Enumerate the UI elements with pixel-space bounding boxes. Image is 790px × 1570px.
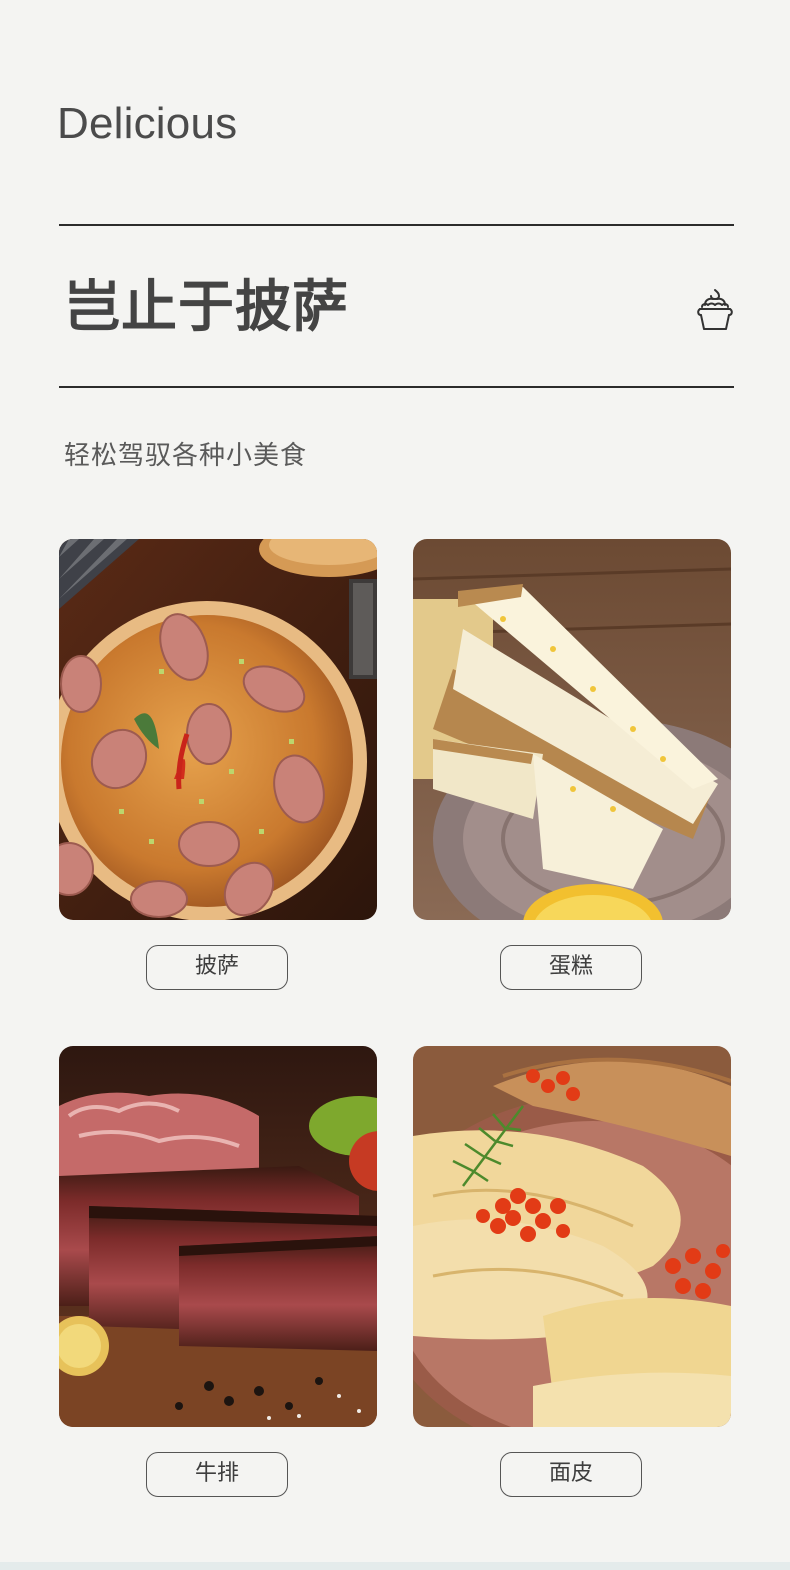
crepes-photo[interactable] [413, 1046, 731, 1427]
cupcake-icon [697, 289, 733, 330]
bottom-divider [59, 386, 734, 388]
food-label-crepe[interactable]: 面皮 [500, 1452, 642, 1497]
pizza-photo[interactable] [59, 539, 377, 920]
bottom-strip [0, 1562, 790, 1570]
page-title: 岂止于披萨 [64, 275, 349, 340]
steak-photo[interactable] [59, 1046, 377, 1427]
cheesecake-photo[interactable] [413, 539, 731, 920]
food-label-steak[interactable]: 牛排 [146, 1452, 288, 1497]
food-label-cake[interactable]: 蛋糕 [500, 945, 642, 990]
food-label-pizza[interactable]: 披萨 [146, 945, 288, 990]
top-divider [59, 224, 734, 226]
subtitle: 轻松驾驭各种小美食 [64, 441, 308, 471]
eyebrow-text: Delicious [57, 99, 238, 148]
